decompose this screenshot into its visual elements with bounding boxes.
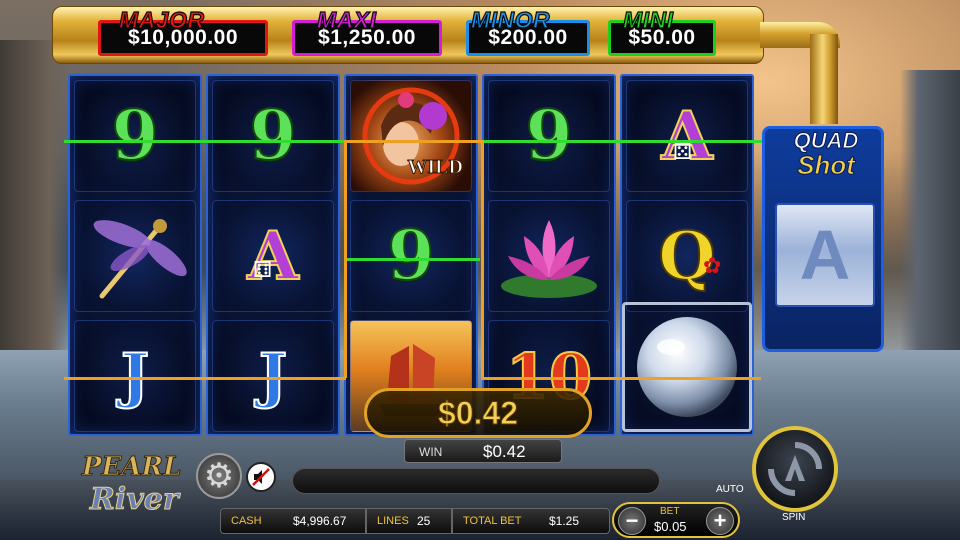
dice-icon: ⚅ <box>253 257 273 282</box>
total-bet-display: TOTAL BET $1.25 <box>452 508 610 534</box>
wild-label: WILD <box>407 156 464 179</box>
left-cliff <box>0 40 70 370</box>
sound-toggle-button[interactable] <box>246 462 276 492</box>
reel-5: A ⚄ Q ✿ <box>620 74 754 436</box>
game-logo: PEARL River <box>62 452 202 524</box>
reel-1: 9 J <box>68 74 202 436</box>
lotus-icon <box>501 220 597 298</box>
total-bet-label: TOTAL BET <box>463 515 522 527</box>
win-label: WIN <box>419 445 443 459</box>
symbol-queen: Q ✿ <box>626 200 748 312</box>
quad-shot-title-line2: Shot <box>797 150 856 181</box>
symbol-nine: 9 <box>350 200 472 312</box>
jack-glyph: J <box>120 340 150 412</box>
quad-shot-title: QUAD Shot <box>769 128 883 181</box>
symbol-ace: A ⚅ <box>212 200 334 312</box>
payline-green <box>346 258 480 261</box>
symbol-lotus <box>488 200 610 312</box>
nine-glyph: 9 <box>248 95 297 177</box>
jackpot-maxi-title: MAXI <box>316 7 377 33</box>
logo-line2: River <box>90 482 180 518</box>
cash-value: $4,996.67 <box>293 514 347 528</box>
win-amount: $0.42 <box>437 394 519 431</box>
quad-shot-title-line1: QUAD <box>793 128 859 153</box>
symbol-jack: J <box>212 320 334 432</box>
symbol-nine: 9 <box>74 80 196 192</box>
auto-button[interactable]: AUTO <box>716 484 744 495</box>
jackpot-mini-title: MINI <box>622 7 674 33</box>
reel-4: 9 10 <box>482 74 616 436</box>
message-bar <box>292 468 660 494</box>
symbol-nine: 9 <box>488 80 610 192</box>
bet-decrease-button[interactable]: − <box>618 507 646 535</box>
settings-button[interactable]: ⚙ <box>196 453 242 499</box>
logo-line1: PEARL <box>81 452 182 483</box>
nine-glyph: 9 <box>524 95 573 177</box>
jackpot-minor-title: MINOR <box>470 7 551 33</box>
dragonfly-icon <box>93 219 187 299</box>
symbol-jack: J <box>74 320 196 432</box>
quad-shot-reel-symbol: A <box>799 216 851 294</box>
cash-display: CASH $4,996.67 <box>220 508 366 534</box>
lines-value: 25 <box>417 514 431 528</box>
reel-2: 9 A ⚅ J <box>206 74 340 436</box>
win-bar: WIN $0.42 <box>404 439 562 463</box>
pearl-icon <box>637 317 737 417</box>
symbol-geisha-wild: WILD <box>350 80 472 192</box>
win-value: $0.42 <box>483 442 526 461</box>
ace-glyph: A <box>246 216 299 296</box>
payline-orange <box>64 377 346 380</box>
win-banner: $0.42 <box>364 388 592 438</box>
payline-orange <box>481 140 484 378</box>
right-cliff <box>900 70 960 370</box>
spin-button[interactable] <box>752 426 838 512</box>
payline-green <box>484 140 762 143</box>
bet-label: BET <box>660 506 680 517</box>
pipe-down <box>810 34 838 124</box>
jackpot-minor: MINOR $200.00 <box>466 8 590 56</box>
jackpot-major-title: MAJOR <box>118 7 205 33</box>
bet-control: − BET $0.05 + <box>612 502 740 538</box>
gear-icon: ⚙ <box>203 457 235 495</box>
jackpot-major: MAJOR $10,000.00 <box>98 8 268 56</box>
spin-label: SPIN <box>782 512 806 523</box>
payline-green <box>64 140 348 143</box>
lines-label: LINES <box>377 515 409 527</box>
payline-orange <box>344 140 347 378</box>
quad-shot-reel: A <box>775 203 875 307</box>
reel-3: WILD 9 <box>344 74 478 436</box>
spin-icon <box>768 442 822 496</box>
sound-muted-icon <box>252 468 270 486</box>
symbol-pearl <box>622 302 752 432</box>
cash-label: CASH <box>231 515 262 527</box>
total-bet-value: $1.25 <box>549 514 580 528</box>
rose-icon: ✿ <box>703 253 722 278</box>
bet-increase-button[interactable]: + <box>706 507 734 535</box>
bet-value: $0.05 <box>654 519 687 534</box>
payline-orange <box>344 140 484 143</box>
quad-shot-panel: QUAD Shot A <box>762 126 884 352</box>
jackpot-mini: MINI $50.00 <box>608 8 716 56</box>
jackpot-maxi: MAXI $1,250.00 <box>292 8 442 56</box>
symbol-nine: 9 <box>212 80 334 192</box>
symbol-ace: A ⚄ <box>626 80 748 192</box>
symbol-dragonfly <box>74 200 196 312</box>
payline-orange <box>481 377 761 380</box>
nine-glyph: 9 <box>386 215 435 297</box>
lines-display: LINES 25 <box>366 508 452 534</box>
jack-glyph: J <box>258 340 288 412</box>
nine-glyph: 9 <box>110 95 159 177</box>
